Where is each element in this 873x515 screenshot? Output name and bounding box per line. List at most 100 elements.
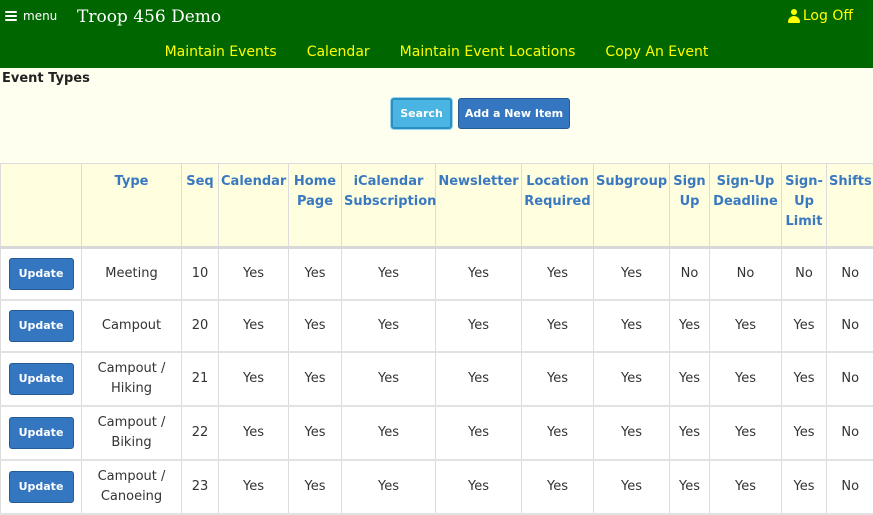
col-header-type[interactable]: Type — [82, 164, 182, 248]
nav-maintain-event-locations[interactable]: Maintain Event Locations — [400, 44, 576, 60]
cell-sign-up: Yes — [670, 300, 710, 352]
col-header-actions — [1, 164, 82, 248]
cell-sign-up-limit: Yes — [782, 406, 827, 460]
cell-seq: 21 — [182, 352, 219, 406]
cell-subgroup: Yes — [594, 406, 670, 460]
menu-toggle[interactable]: menu — [5, 9, 57, 23]
event-types-table: Type Seq Calendar Home Page iCalendar Su… — [0, 163, 873, 515]
page-title: Event Types — [2, 71, 90, 86]
nav-bar: Maintain Events Calendar Maintain Event … — [0, 44, 873, 60]
hamburger-icon[interactable] — [5, 11, 17, 21]
table-row: Update Meeting 10 Yes Yes Yes Yes Yes Ye… — [1, 248, 873, 301]
cell-sign-up: Yes — [670, 352, 710, 406]
cell-calendar: Yes — [219, 352, 289, 406]
col-header-calendar[interactable]: Calendar — [219, 164, 289, 248]
cell-icalendar: Yes — [342, 460, 436, 514]
cell-shifts: No — [827, 406, 873, 460]
cell-sign-up-deadline: Yes — [710, 460, 782, 514]
cell-type: Campout / Hiking — [82, 352, 182, 406]
update-button[interactable]: Update — [9, 363, 74, 395]
update-button[interactable]: Update — [9, 310, 74, 342]
cell-newsletter: Yes — [436, 352, 522, 406]
cell-newsletter: Yes — [436, 300, 522, 352]
cell-shifts: No — [827, 352, 873, 406]
cell-seq: 10 — [182, 248, 219, 301]
cell-sign-up-deadline: Yes — [710, 352, 782, 406]
logoff-label: Log Off — [803, 8, 853, 24]
cell-newsletter: Yes — [436, 406, 522, 460]
cell-sign-up-limit: Yes — [782, 460, 827, 514]
cell-seq: 20 — [182, 300, 219, 352]
table-row: Update Campout / Biking 22 Yes Yes Yes Y… — [1, 406, 873, 460]
cell-sign-up-deadline: Yes — [710, 406, 782, 460]
cell-sign-up: Yes — [670, 406, 710, 460]
update-button[interactable]: Update — [9, 471, 74, 503]
cell-type: Campout — [82, 300, 182, 352]
cell-seq: 23 — [182, 460, 219, 514]
cell-calendar: Yes — [219, 300, 289, 352]
cell-location-required: Yes — [522, 352, 594, 406]
table-row: Update Campout / Canoeing 23 Yes Yes Yes… — [1, 460, 873, 514]
cell-sign-up-deadline: Yes — [710, 300, 782, 352]
cell-icalendar: Yes — [342, 352, 436, 406]
table-header-row: Type Seq Calendar Home Page iCalendar Su… — [1, 164, 873, 248]
cell-icalendar: Yes — [342, 300, 436, 352]
cell-home-page: Yes — [289, 248, 342, 301]
cell-sign-up-deadline: No — [710, 248, 782, 301]
col-header-location-required[interactable]: Location Required — [522, 164, 594, 248]
col-header-icalendar[interactable]: iCalendar Subscription — [342, 164, 436, 248]
cell-calendar: Yes — [219, 460, 289, 514]
col-header-sign-up-limit[interactable]: Sign-Up Limit — [782, 164, 827, 248]
cell-newsletter: Yes — [436, 460, 522, 514]
col-header-shifts[interactable]: Shifts — [827, 164, 873, 248]
cell-sign-up-limit: No — [782, 248, 827, 301]
cell-home-page: Yes — [289, 352, 342, 406]
cell-subgroup: Yes — [594, 352, 670, 406]
col-header-newsletter[interactable]: Newsletter — [436, 164, 522, 248]
cell-location-required: Yes — [522, 406, 594, 460]
add-new-item-button[interactable]: Add a New Item — [458, 98, 570, 129]
table-row: Update Campout 20 Yes Yes Yes Yes Yes Ye… — [1, 300, 873, 352]
cell-type: Meeting — [82, 248, 182, 301]
search-button[interactable]: Search — [391, 98, 452, 129]
cell-home-page: Yes — [289, 406, 342, 460]
cell-location-required: Yes — [522, 300, 594, 352]
cell-subgroup: Yes — [594, 248, 670, 301]
cell-sign-up-limit: Yes — [782, 352, 827, 406]
nav-maintain-events[interactable]: Maintain Events — [165, 44, 277, 60]
update-button[interactable]: Update — [9, 417, 74, 449]
cell-sign-up-limit: Yes — [782, 300, 827, 352]
cell-shifts: No — [827, 248, 873, 301]
menu-label: menu — [23, 9, 57, 23]
logoff-link[interactable]: Log Off — [788, 8, 853, 24]
cell-sign-up: Yes — [670, 460, 710, 514]
col-header-home-page[interactable]: Home Page — [289, 164, 342, 248]
cell-seq: 22 — [182, 406, 219, 460]
col-header-seq[interactable]: Seq — [182, 164, 219, 248]
cell-type: Campout / Canoeing — [82, 460, 182, 514]
cell-home-page: Yes — [289, 460, 342, 514]
cell-subgroup: Yes — [594, 300, 670, 352]
update-button[interactable]: Update — [9, 258, 74, 290]
cell-icalendar: Yes — [342, 406, 436, 460]
cell-shifts: No — [827, 460, 873, 514]
table-row: Update Campout / Hiking 21 Yes Yes Yes Y… — [1, 352, 873, 406]
cell-calendar: Yes — [219, 248, 289, 301]
cell-home-page: Yes — [289, 300, 342, 352]
cell-type: Campout / Biking — [82, 406, 182, 460]
cell-icalendar: Yes — [342, 248, 436, 301]
cell-sign-up: No — [670, 248, 710, 301]
col-header-subgroup[interactable]: Subgroup — [594, 164, 670, 248]
nav-calendar[interactable]: Calendar — [307, 44, 370, 60]
cell-location-required: Yes — [522, 248, 594, 301]
cell-shifts: No — [827, 300, 873, 352]
nav-copy-an-event[interactable]: Copy An Event — [605, 44, 708, 60]
col-header-sign-up[interactable]: Sign Up — [670, 164, 710, 248]
user-icon — [788, 9, 800, 23]
top-bar: menu Troop 456 Demo Log Off Maintain Eve… — [0, 0, 873, 68]
cell-location-required: Yes — [522, 460, 594, 514]
col-header-sign-up-deadline[interactable]: Sign-Up Deadline — [710, 164, 782, 248]
cell-newsletter: Yes — [436, 248, 522, 301]
cell-calendar: Yes — [219, 406, 289, 460]
cell-subgroup: Yes — [594, 460, 670, 514]
